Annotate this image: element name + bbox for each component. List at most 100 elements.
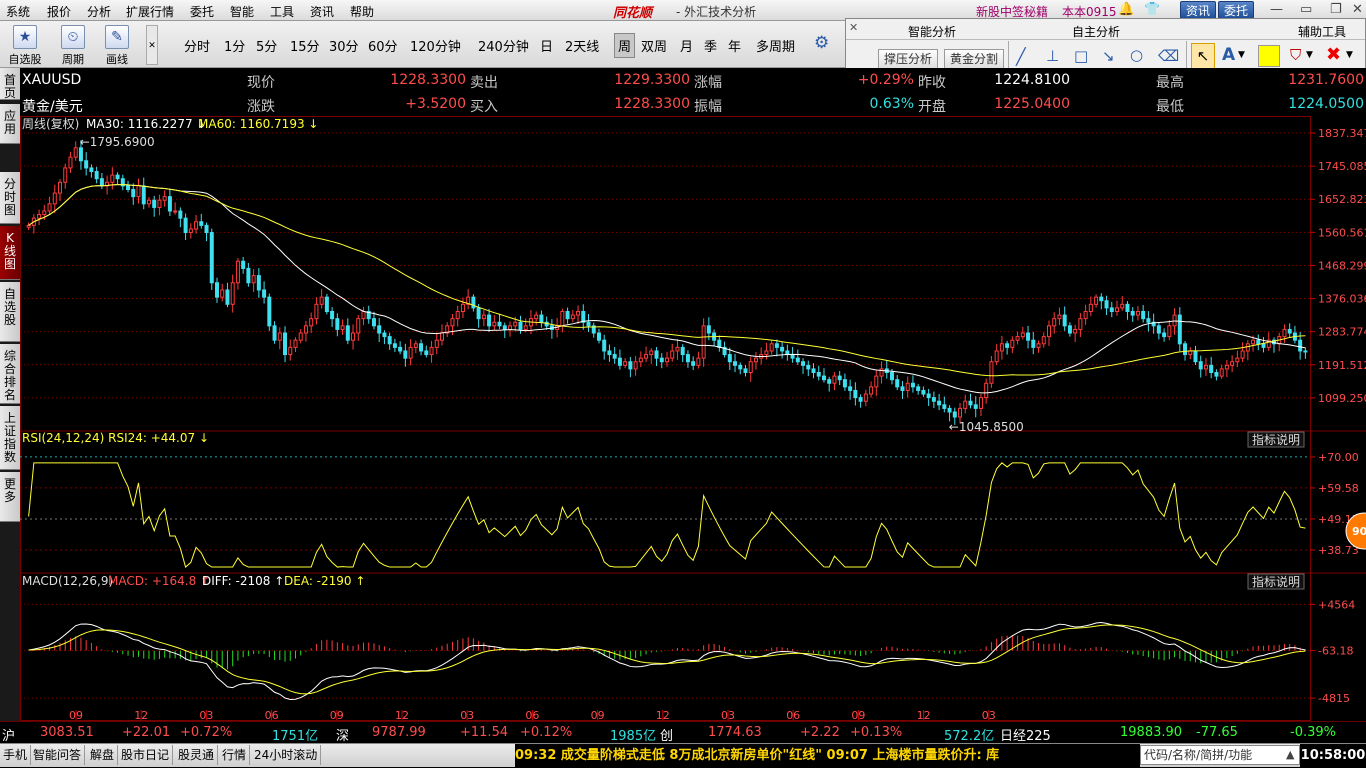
period-tool[interactable]: ⏲ 周期: [54, 23, 92, 66]
watchlist-tool[interactable]: ★ 自选股: [6, 23, 44, 66]
cy-value[interactable]: 1774.63: [708, 725, 762, 740]
period-10[interactable]: 周: [614, 33, 636, 58]
stock-genie-link[interactable]: 股灵通: [175, 745, 219, 765]
candle-body: [539, 314, 544, 323]
draw-tool[interactable]: ✎ 画线: [98, 23, 136, 66]
period-6[interactable]: 120分钟: [410, 36, 461, 55]
text-tool-icon[interactable]: A: [1222, 45, 1235, 65]
cursor-tool-icon[interactable]: ↖: [1191, 43, 1215, 69]
candle-body: [47, 203, 52, 212]
period-15[interactable]: 多周期: [756, 36, 795, 55]
smart-qa-link[interactable]: 智能问答: [30, 745, 86, 765]
chevron-down-icon[interactable]: ▼: [1306, 50, 1313, 60]
candle-body: [1125, 303, 1130, 312]
menu-trade[interactable]: 委托: [190, 3, 214, 20]
golden-section-button[interactable]: 黄金分割: [944, 49, 1005, 69]
search-input[interactable]: 代码/名称/简拼/功能: [1140, 745, 1300, 765]
sidebar-item-1[interactable]: 应用: [0, 104, 20, 144]
period-8[interactable]: 日: [540, 36, 553, 55]
candle-body: [481, 314, 486, 320]
period-11[interactable]: 双周: [641, 36, 667, 55]
period-7[interactable]: 240分钟: [478, 36, 529, 55]
close-icon[interactable]: ✕: [1352, 2, 1363, 17]
bell-icon[interactable]: 🔔: [1118, 2, 1134, 17]
menu-info[interactable]: 资讯: [310, 3, 334, 20]
candle-body: [633, 361, 638, 370]
menu-quote[interactable]: 报价: [47, 3, 71, 20]
support-resistance-button[interactable]: 撑压分析: [878, 49, 939, 69]
period-1[interactable]: 1分: [224, 36, 245, 55]
menu-smart[interactable]: 智能: [230, 3, 254, 20]
candle-body: [534, 314, 539, 320]
period-5[interactable]: 60分: [368, 36, 398, 55]
menu-system[interactable]: 系统: [6, 3, 30, 20]
period-0[interactable]: 分时: [184, 36, 210, 55]
menu-tools[interactable]: 工具: [270, 3, 294, 20]
candle-body: [230, 282, 235, 305]
sh-pct: +0.72%: [180, 725, 233, 740]
period-3[interactable]: 15分: [290, 36, 320, 55]
menu-ext-market[interactable]: 扩展行情: [126, 3, 174, 20]
sidebar-item-2[interactable]: 分时图: [0, 172, 20, 224]
sidebar-item-4[interactable]: 自选股: [0, 282, 20, 342]
menu-help[interactable]: 帮助: [350, 3, 374, 20]
period-2[interactable]: 5分: [256, 36, 277, 55]
period-13[interactable]: 季: [704, 36, 717, 55]
toolbar: ★ 自选股 ⏲ 周期 ✎ 画线 ✕ 分时 1分 5分 15分 30分 60分 120分钟 24…: [0, 21, 845, 68]
main-legend-period: 周线(复权): [22, 117, 79, 131]
sh-value[interactable]: 3083.51: [40, 725, 94, 740]
mobile-link[interactable]: 手机: [0, 745, 32, 765]
candle-body: [649, 350, 654, 356]
sz-value[interactable]: 9787.99: [372, 725, 426, 740]
period-9[interactable]: 2天线: [565, 36, 599, 55]
delete-icon[interactable]: ✖: [1326, 44, 1341, 65]
menu-analysis[interactable]: 分析: [87, 3, 111, 20]
sidebar-item-6[interactable]: 上证指数: [0, 406, 20, 470]
news-ticker[interactable]: 09:32 成交量阶梯式走低 8万成北京新房单价"红线" 09:07 上海楼市量…: [515, 744, 1140, 768]
chevron-down-icon[interactable]: ▼: [1346, 50, 1353, 60]
kline-chart[interactable]: 1837.3479 1745.0850 1652.8234 1560.5615 1468…: [20, 116, 1366, 722]
info-button[interactable]: 资讯: [1180, 1, 1217, 19]
analysis-link[interactable]: 解盘: [87, 745, 119, 765]
market-link[interactable]: 行情: [219, 745, 251, 765]
nk-value[interactable]: 19883.90: [1120, 725, 1182, 740]
smart-analysis-header[interactable]: 智能分析: [908, 23, 956, 40]
restore-icon[interactable]: ❐: [1330, 2, 1342, 17]
sidebar-item-3[interactable]: K线图: [0, 226, 20, 280]
search-dropdown-icon[interactable]: ▲: [1286, 748, 1294, 761]
chart-area[interactable]: 1837.3479 1745.0850 1652.8234 1560.5615 1468…: [20, 116, 1366, 722]
eraser-tool-icon[interactable]: ⌫: [1158, 47, 1179, 65]
diary-link[interactable]: 股市日记: [118, 745, 174, 765]
candle-body: [298, 332, 303, 341]
ray-tool-icon[interactable]: ↘: [1102, 47, 1115, 65]
main-legend-ma60: MA60: 1160.7193 ↓: [198, 117, 318, 131]
period-4[interactable]: 30分: [329, 36, 359, 55]
panel-close-icon[interactable]: ✕: [849, 21, 858, 34]
candle-body: [942, 404, 947, 409]
draw-label: 画线: [106, 53, 128, 66]
rect-tool-icon[interactable]: □: [1074, 47, 1088, 65]
self-analysis-header[interactable]: 自主分析: [1072, 23, 1120, 40]
candle-body: [256, 275, 261, 291]
segment-tool-icon[interactable]: ⊥: [1046, 47, 1059, 65]
minimize-icon[interactable]: —: [1270, 2, 1283, 17]
candle-body: [1183, 343, 1188, 356]
trade-button[interactable]: 委托: [1218, 1, 1255, 19]
sidebar-item-5[interactable]: 综合排名: [0, 344, 20, 404]
settings-gear-icon[interactable]: ⚙: [814, 33, 829, 53]
period-14[interactable]: 年: [728, 36, 741, 55]
collapse-icon[interactable]: ✕: [146, 25, 158, 65]
sidebar-item-7[interactable]: 更多: [0, 472, 20, 522]
aux-tools-header[interactable]: 辅助工具: [1298, 23, 1346, 40]
bookmark-icon[interactable]: ⛉: [1290, 46, 1301, 64]
chevron-down-icon[interactable]: ▼: [1238, 50, 1245, 60]
line-tool-icon[interactable]: ╱: [1016, 47, 1026, 66]
shirt-icon[interactable]: 👕: [1144, 2, 1160, 17]
news-24h-link[interactable]: 24小时滚动: [251, 745, 322, 765]
circle-tool-icon[interactable]: ○: [1130, 46, 1143, 64]
candle-body: [476, 307, 481, 320]
color-swatch[interactable]: [1258, 45, 1280, 67]
sidebar-item-0[interactable]: 首页: [0, 68, 20, 100]
period-12[interactable]: 月: [680, 36, 693, 55]
maximize-icon[interactable]: ▭: [1300, 2, 1312, 17]
